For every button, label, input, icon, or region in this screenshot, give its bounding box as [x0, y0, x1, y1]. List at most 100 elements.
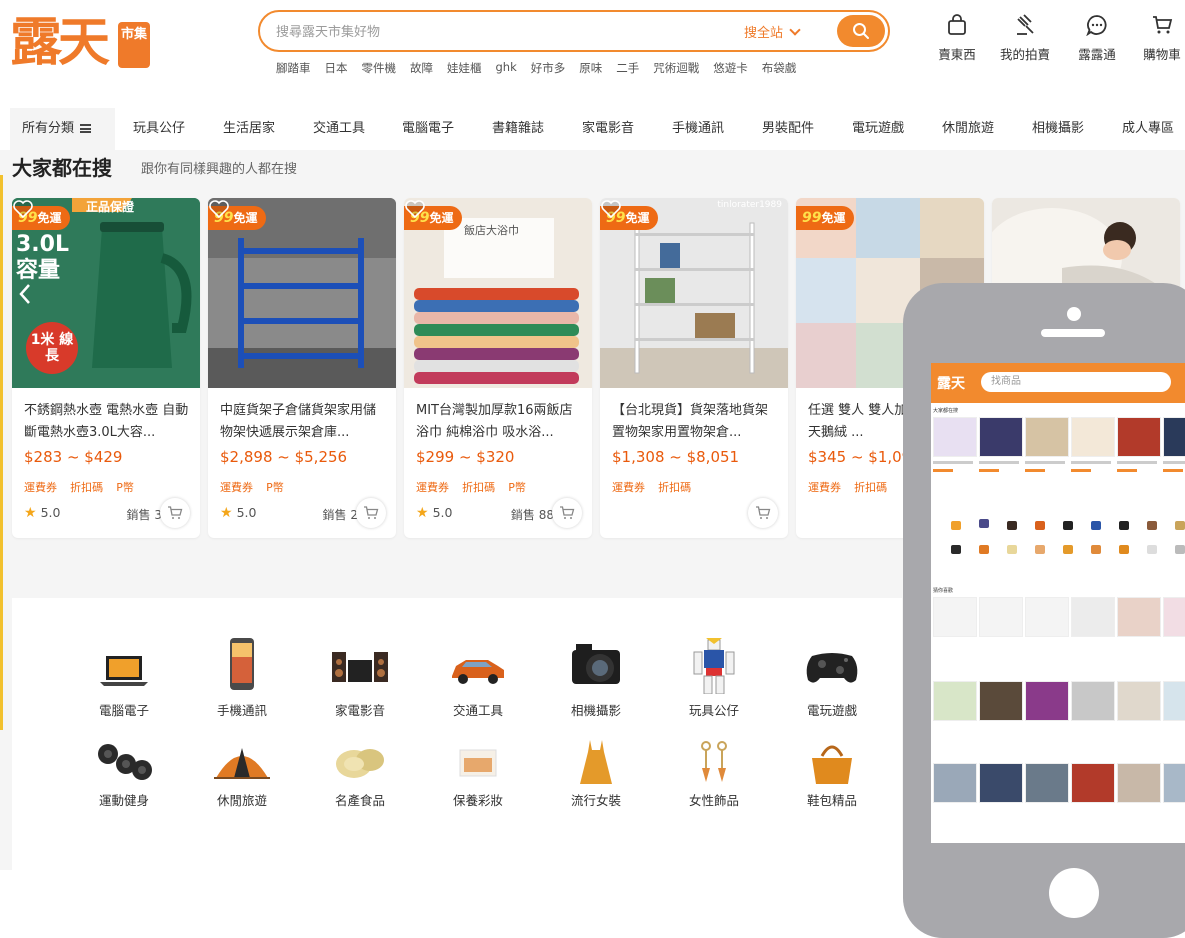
- nav-category[interactable]: 休閒旅遊: [942, 108, 994, 150]
- category-label: 交通工具: [452, 703, 503, 718]
- chevron-down-icon: [789, 24, 801, 36]
- section-subtitle: 跟你有同樣興趣的人都在搜: [141, 162, 298, 177]
- product-image[interactable]: 99免運: [208, 198, 396, 388]
- camera-icon: [572, 644, 620, 684]
- site-logo[interactable]: 露天 市集: [8, 10, 150, 76]
- cart-button[interactable]: 購物車: [1127, 14, 1185, 63]
- hot-keyword[interactable]: 二手: [616, 60, 639, 76]
- hot-keyword[interactable]: 原味: [579, 60, 602, 76]
- category-label: 電腦電子: [98, 703, 149, 718]
- nav-category[interactable]: 男裝配件: [762, 108, 814, 150]
- cart-icon: [1153, 16, 1173, 34]
- nav-category[interactable]: 家電影音: [582, 108, 634, 150]
- food-icon: [336, 749, 384, 778]
- search-scope-dropdown[interactable]: 搜全站: [744, 22, 801, 41]
- category-tile[interactable]: 玩具公仔: [659, 638, 769, 719]
- mobile-category-icon: [1063, 545, 1073, 554]
- search-input[interactable]: [276, 21, 716, 43]
- nav-category[interactable]: 交通工具: [313, 108, 365, 150]
- product-title[interactable]: 不銹鋼熱水壺 電熱水壺 自動斷電熱水壺3.0L大容...: [24, 400, 192, 444]
- sell-button[interactable]: 賣東西: [922, 14, 992, 63]
- all-categories-button[interactable]: 所有分類: [10, 108, 115, 150]
- hot-keyword[interactable]: 咒術迴戰: [653, 60, 699, 76]
- category-tile[interactable]: 電玩遊戲: [777, 638, 887, 719]
- nav-category[interactable]: 相機攝影: [1032, 108, 1084, 150]
- hot-keyword[interactable]: 腳踏車: [276, 60, 311, 76]
- category-tile[interactable]: 流行女裝: [541, 740, 651, 809]
- category-tile[interactable]: 名產食品: [305, 740, 415, 809]
- add-to-cart-button[interactable]: [748, 498, 778, 528]
- hot-keyword[interactable]: 故障: [410, 60, 433, 76]
- category-tile[interactable]: 交通工具: [423, 638, 533, 719]
- mobile-thumbnail: [1025, 763, 1069, 803]
- nav-category[interactable]: 成人專區: [1122, 108, 1174, 150]
- category-tile[interactable]: 手機通訊: [187, 638, 297, 719]
- hot-keyword[interactable]: 布袋戲: [762, 60, 797, 76]
- product-card[interactable]: 99免運 飯店大浴巾 MIT台灣製加厚款16兩飯店浴巾 純棉浴巾 吸水浴... …: [404, 198, 592, 538]
- product-price: $1,308 ~ $8,051: [612, 448, 740, 466]
- product-title[interactable]: 【台北現貨】貨架落地貨架置物架家用置物架倉...: [612, 400, 780, 444]
- category-tile[interactable]: 女性飾品: [659, 740, 769, 809]
- messenger-button[interactable]: 露露通: [1062, 14, 1132, 63]
- nav-category[interactable]: 電腦電子: [402, 108, 454, 150]
- nav-category[interactable]: 生活居家: [223, 108, 275, 150]
- category-tile[interactable]: 相機攝影: [541, 638, 651, 719]
- search-button[interactable]: [837, 15, 885, 47]
- mobile-thumbnail: [933, 597, 977, 637]
- category-tile[interactable]: 運動健身: [69, 740, 179, 809]
- nav-category[interactable]: 書籍雜誌: [492, 108, 544, 150]
- category-tile[interactable]: 家電影音: [305, 638, 415, 719]
- hot-keyword[interactable]: 日本: [325, 60, 348, 76]
- hot-keyword[interactable]: ghk: [496, 60, 517, 76]
- car-icon: [452, 660, 504, 684]
- search-scope-label: 搜全站: [744, 26, 784, 41]
- heart-icon[interactable]: [404, 198, 426, 220]
- product-card[interactable]: 99免運 正品保證 3.0L 容量 1米 線長 不銹鋼熱水壺 電熱水壺 自動斷電…: [12, 198, 200, 538]
- hot-keyword[interactable]: 娃娃櫃: [447, 60, 482, 76]
- product-image[interactable]: 99免運 正品保證 3.0L 容量 1米 線長: [12, 198, 200, 388]
- mobile-search: 找商品: [981, 372, 1171, 392]
- hot-keyword[interactable]: 零件機: [362, 60, 397, 76]
- mobile-thumbnail: [1163, 763, 1185, 803]
- product-card[interactable]: 99免運 tinlorater1989 【台北現貨】貨架落地貨架置物架家用置物架…: [600, 198, 788, 538]
- carousel-prev-icon[interactable]: [16, 282, 34, 306]
- my-auction-button[interactable]: 我的拍賣: [990, 14, 1060, 63]
- nav-category[interactable]: 玩具公仔: [133, 108, 185, 150]
- heart-icon[interactable]: [600, 198, 622, 220]
- mobile-text-line: [1071, 461, 1111, 464]
- mobile-thumbnail: [979, 417, 1023, 457]
- product-title[interactable]: 中庭貨架子倉儲貨架家用儲物架快遞展示架倉庫...: [220, 400, 388, 444]
- mobile-price-line: [1071, 469, 1091, 472]
- dumbbell-icon: [98, 744, 152, 780]
- nav-category[interactable]: 手機通訊: [672, 108, 724, 150]
- product-image[interactable]: 99免運 飯店大浴巾: [404, 198, 592, 388]
- category-tile[interactable]: 電腦電子: [69, 638, 179, 719]
- hot-keyword[interactable]: 悠遊卡: [713, 60, 748, 76]
- mobile-text-line: [1163, 461, 1185, 464]
- heart-icon[interactable]: [12, 198, 34, 220]
- add-to-cart-button[interactable]: [160, 498, 190, 528]
- phone-screen: 露天 找商品 大家都在搜 猜你喜歡: [931, 363, 1185, 843]
- add-to-cart-button[interactable]: [552, 498, 582, 528]
- add-to-cart-button[interactable]: [356, 498, 386, 528]
- mobile-thumbnail: [1025, 681, 1069, 721]
- product-image[interactable]: 99免運 tinlorater1989: [600, 198, 788, 388]
- mobile-price-line: [979, 469, 999, 472]
- logo-text: 露天: [10, 12, 110, 73]
- nav-category[interactable]: 電玩遊戲: [852, 108, 904, 150]
- mobile-thumbnail: [933, 763, 977, 803]
- product-title[interactable]: MIT台灣製加厚款16兩飯店浴巾 純棉浴巾 吸水浴...: [416, 400, 584, 444]
- product-card[interactable]: 99免運 中庭貨架子倉儲貨架家用儲物架快遞展示架倉庫... $2,898 ~ $…: [208, 198, 396, 538]
- hot-keyword[interactable]: 好市多: [531, 60, 566, 76]
- mobile-price-line: [933, 469, 953, 472]
- category-tile[interactable]: 鞋包精品: [777, 740, 887, 809]
- category-label: 家電影音: [334, 703, 385, 718]
- category-tile[interactable]: 保養彩妝: [423, 740, 533, 809]
- badge-text: 免運: [37, 211, 62, 225]
- mobile-logo: 露天: [937, 376, 965, 392]
- product-price: $299 ~ $320: [416, 448, 515, 466]
- heart-icon[interactable]: [208, 198, 230, 220]
- mobile-category-icon: [979, 519, 989, 528]
- accent-bar: [0, 175, 3, 730]
- category-tile[interactable]: 休閒旅遊: [187, 740, 297, 809]
